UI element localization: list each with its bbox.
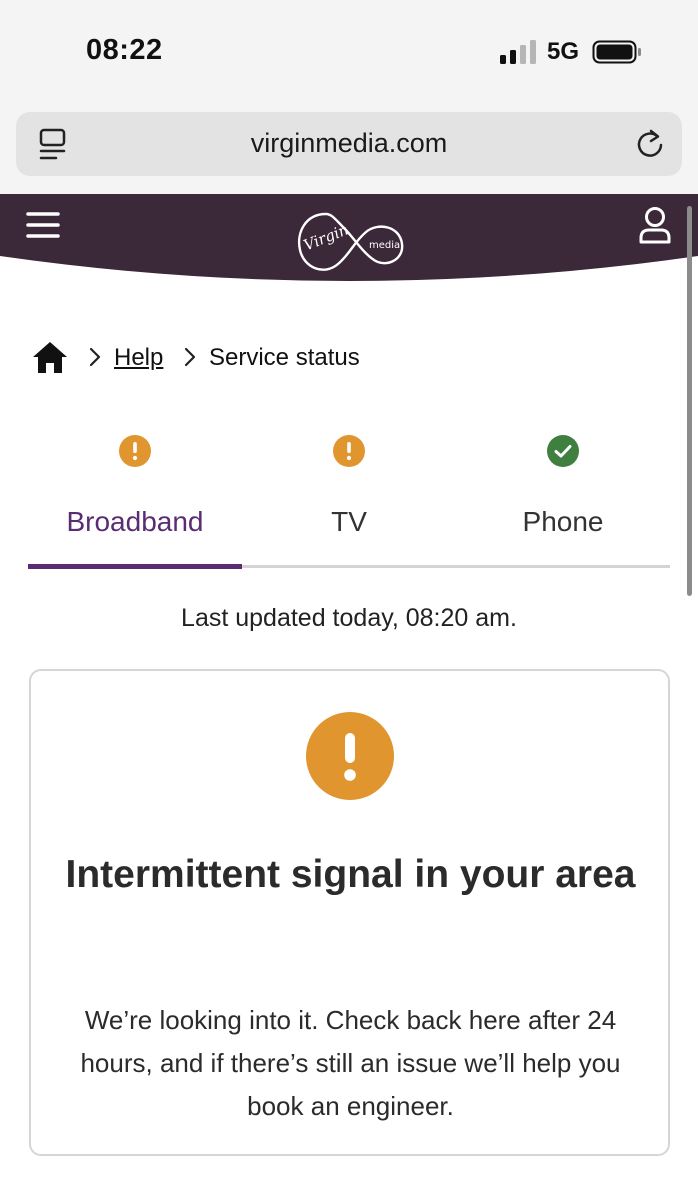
warning-icon: [119, 435, 151, 467]
tab-broadband[interactable]: Broadband: [28, 430, 242, 570]
breadcrumb-current: Service status: [209, 344, 360, 371]
active-tab-indicator: [28, 564, 242, 569]
hamburger-menu-icon[interactable]: [26, 210, 60, 240]
address-bar[interactable]: virginmedia.com: [16, 112, 682, 176]
breadcrumb: Help Service status: [32, 338, 592, 378]
signal-bars-icon: [500, 40, 536, 64]
virgin-media-logo[interactable]: Virgin media: [292, 202, 406, 282]
last-updated-text: Last updated today, 08:20 am.: [181, 604, 517, 632]
reload-icon[interactable]: [634, 127, 666, 161]
network-label: 5G: [547, 38, 580, 65]
status-bar: 08:22 5G: [0, 0, 698, 100]
page-scrollbar[interactable]: [687, 206, 692, 596]
status-time: 08:22: [86, 34, 163, 66]
check-icon: [547, 435, 579, 467]
warning-icon: [306, 712, 394, 800]
status-message: We’re looking into it. Check back here a…: [80, 1005, 621, 1121]
battery-icon: [592, 40, 641, 64]
url-text[interactable]: virginmedia.com: [16, 128, 682, 159]
tab-label: Broadband: [66, 506, 204, 537]
tab-phone[interactable]: Phone: [456, 430, 670, 570]
status-card: Intermittent signal in your area We’re l…: [29, 669, 670, 1156]
tab-label: Phone: [522, 506, 604, 537]
breadcrumb-link-help[interactable]: Help: [114, 344, 163, 372]
tab-tv[interactable]: TV: [242, 430, 456, 570]
browser-toolbar: virginmedia.com: [0, 100, 698, 194]
tab-label: TV: [331, 506, 367, 537]
logo-media-text: media: [369, 240, 400, 251]
home-icon[interactable]: [32, 340, 68, 374]
chevron-right-icon: [89, 347, 101, 367]
status-title: Intermittent signal in your area: [65, 853, 636, 896]
warning-icon: [333, 435, 365, 467]
account-icon[interactable]: [638, 206, 672, 244]
chevron-right-icon: [184, 347, 196, 367]
logo-virgin-text: Virgin: [301, 220, 351, 254]
site-header: Virgin media: [0, 194, 698, 290]
